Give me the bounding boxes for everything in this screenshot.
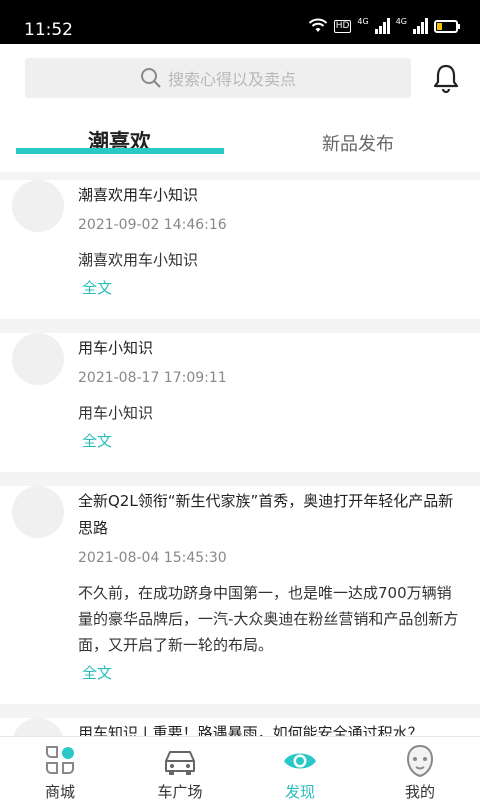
nav-label: 发现 [284,783,315,800]
post-title: 用车小知识 [78,339,154,357]
status-icons: HD 4G 4G [308,17,460,34]
eye-icon [284,753,316,769]
car-icon [165,751,195,775]
search-icon [140,68,161,88]
nav-mall[interactable]: 商城 [0,737,120,800]
list-item[interactable]: 全新Q2L领衔“新生代家族”首秀，奥迪打开年轻化产品新思路 2021-08-04… [0,486,480,704]
active-tab-indicator [16,148,224,154]
avatar [12,333,64,385]
feed-list[interactable]: 潮喜欢用车小知识 2021-09-02 14:46:16 潮喜欢用车小知识 全文… [0,180,480,736]
post-body: 不久前，在成功跻身中国第一，也是唯一达成700万辆销量的豪华品牌后，一汽-大众奥… [78,584,459,654]
tab-new-release[interactable]: 新品发布 [322,130,394,156]
avatar [12,486,64,538]
bottom-tab-bar: 商城 车广场 发现 我的 [0,736,480,800]
list-item[interactable]: 潮喜欢用车小知识 2021-09-02 14:46:16 潮喜欢用车小知识 全文 [0,180,480,319]
hd-badge: HD [333,19,352,33]
nav-car-plaza[interactable]: 车广场 [120,737,240,800]
nav-label: 车广场 [157,783,203,800]
mall-icon [46,746,74,774]
post-date: 2021-08-04 15:45:30 [78,550,227,566]
avatar [12,718,64,736]
profile-icon [406,744,434,778]
post-body: 潮喜欢用车小知识 [78,251,199,269]
post-body: 用车小知识 [78,404,154,422]
post-date: 2021-08-17 17:09:11 [78,370,227,386]
nav-label: 商城 [44,783,75,800]
header: 搜索心得以及卖点 潮喜欢 新品发布 [0,44,480,172]
status-time: 11:52 [24,20,73,40]
list-item[interactable]: 用车小知识 2021-08-17 17:09:11 用车小知识 全文 [0,333,480,472]
net-label-2: 4G [395,17,407,26]
battery-icon [434,19,460,33]
bell-icon[interactable] [430,62,462,94]
read-more-link[interactable]: 全文 [82,430,464,452]
search-bar[interactable]: 搜索心得以及卖点 [25,58,411,98]
nav-label: 我的 [404,783,435,800]
post-title: 用车知识 | 重要！路遇暴雨，如何能安全通过积水？ [78,724,423,736]
wifi-icon [308,18,327,32]
post-title: 潮喜欢用车小知识 [78,186,199,204]
net-label-1: 4G [357,17,369,26]
signal-icon-1 [374,18,390,34]
post-date: 2021-09-02 14:46:16 [78,217,227,233]
nav-discover[interactable]: 发现 [240,737,360,800]
signal-icon-2 [413,18,428,34]
read-more-link[interactable]: 全文 [82,277,464,299]
nav-profile[interactable]: 我的 [360,737,480,800]
avatar [12,180,64,232]
read-more-link[interactable]: 全文 [82,662,464,684]
post-title: 全新Q2L领衔“新生代家族”首秀，奥迪打开年轻化产品新思路 [78,492,454,537]
status-bar: 11:52 HD 4G 4G [0,0,480,44]
search-placeholder: 搜索心得以及卖点 [167,70,296,89]
list-item[interactable]: 用车知识 | 重要！路遇暴雨，如何能安全通过积水？ [0,718,480,736]
